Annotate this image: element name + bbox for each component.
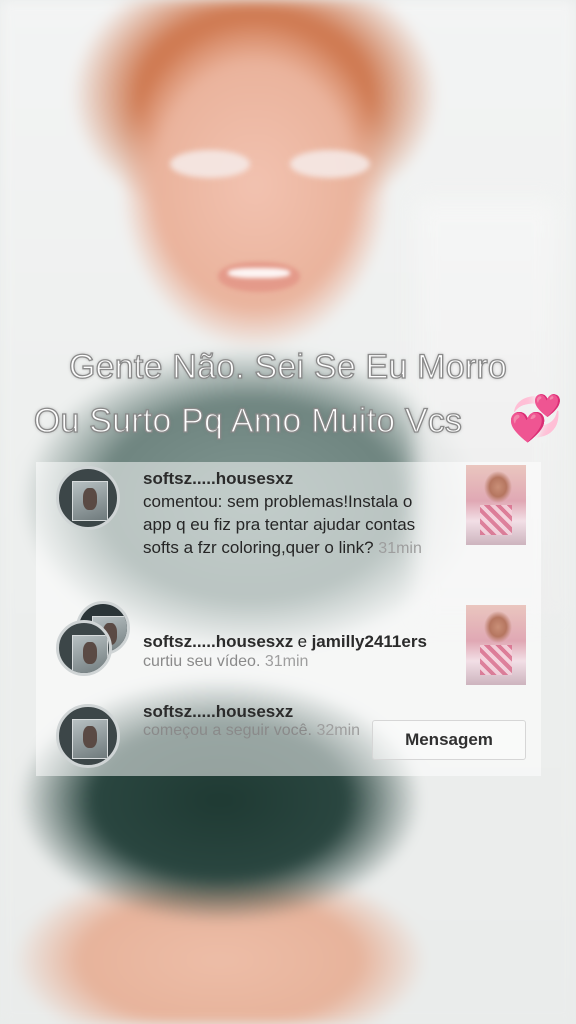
timestamp: 31min [264,653,309,670]
connector-text: e [297,632,308,651]
notification-comment[interactable]: softsz.....housesxz comentou: sem proble… [36,462,541,602]
caption-line-2: Ou Surto Pq Amo Muito Vcs [33,401,463,440]
caption-line-1: Gente Não. Sei Se Eu Morro [68,347,507,386]
video-thumbnail[interactable] [466,605,526,685]
notification-follow[interactable]: softsz.....housesxz começou a seguir voc… [36,698,541,776]
right-eye-shape [290,150,370,178]
timestamp: 31min [378,540,422,557]
avatar[interactable] [56,466,120,530]
follow-text: começou a seguir você. [143,722,312,739]
timestamp: 32min [316,722,361,739]
avatar[interactable] [56,620,112,676]
hearts-emoji-icon: 💞 [508,394,564,444]
notification-text: softsz.....housesxz começou a seguir voc… [143,702,363,740]
username[interactable]: softsz.....housesxz [143,702,293,721]
notification-text: softsz.....housesxz comentou: sem proble… [143,467,443,560]
left-eye-shape [170,150,250,178]
message-button[interactable]: Mensagem [372,720,526,760]
notification-like[interactable]: softsz.....housesxz e jamilly2411ers cur… [36,601,541,685]
comment-text: comentou: sem problemas!Instala o app q … [143,492,416,557]
username-2[interactable]: jamilly2411ers [312,632,427,651]
username[interactable]: softsz.....housesxz [143,469,293,488]
mouth-shape [218,262,300,292]
username[interactable]: softsz.....housesxz [143,632,293,651]
notification-text: softsz.....housesxz e jamilly2411ers cur… [143,630,483,671]
video-thumbnail[interactable] [466,465,526,545]
notifications-card: softsz.....housesxz comentou: sem proble… [36,462,541,776]
avatar[interactable] [56,704,120,768]
like-text: curtiu seu vídeo. [143,653,261,670]
